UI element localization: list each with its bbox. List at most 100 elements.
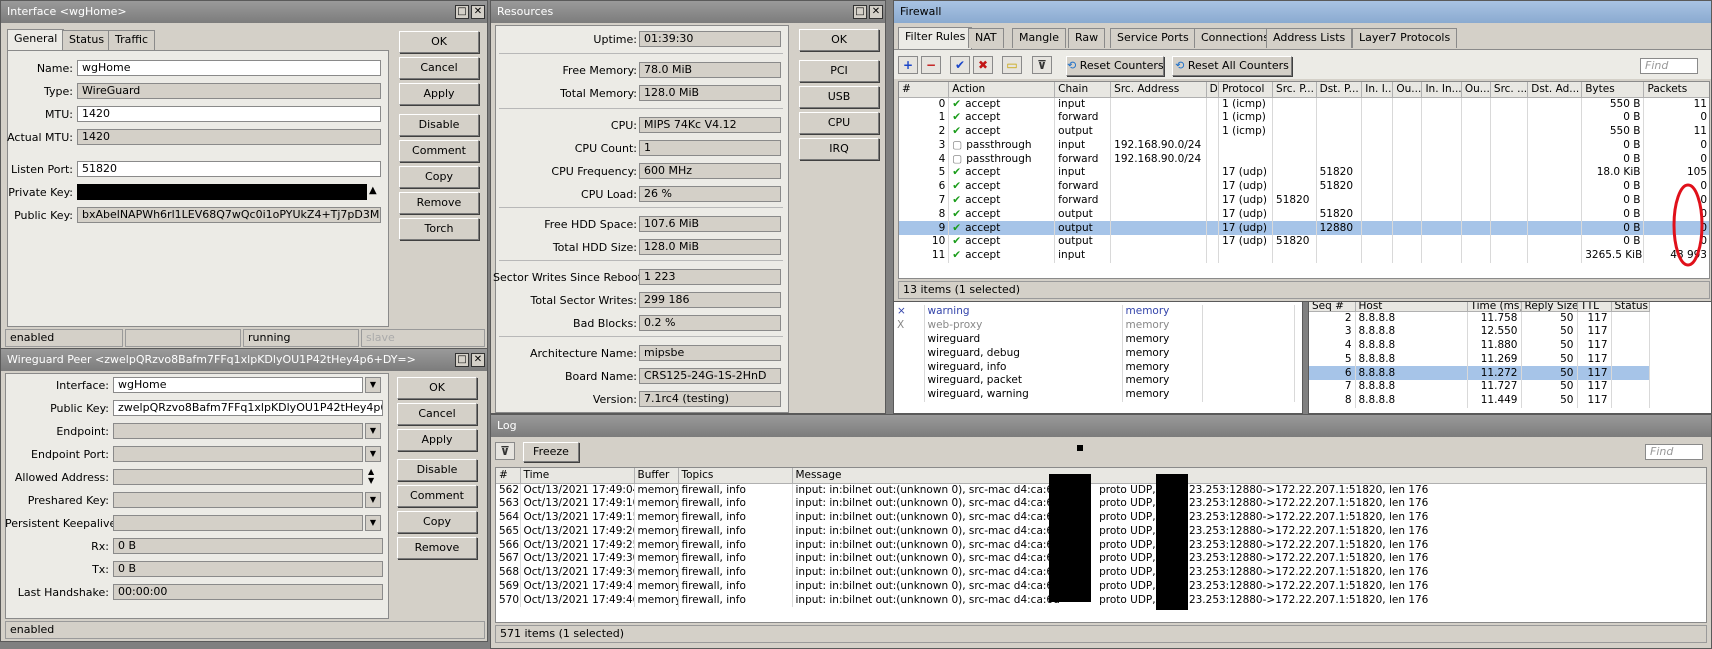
res-ok-button[interactable]: OK [799,29,879,51]
peer-cancel-button[interactable]: Cancel [397,403,477,425]
close-icon[interactable]: ✕ [869,5,883,19]
table-row[interactable]: 570 Oct/13/2021 17:49:46 memory firewall, i… [496,593,1706,608]
log-titlebar[interactable]: Log [491,415,1711,437]
drag-handle-icon[interactable] [1077,445,1083,451]
list-item[interactable]: wireguard, warning memory [894,387,1295,402]
table-row[interactable]: 5 ✔ accept input 17 (udp) 51820 18.0 KiB 105 [899,165,1709,180]
column-header[interactable]: Action [948,82,1056,98]
tab-general[interactable]: General [7,29,65,51]
column-header[interactable]: Src. P... [1272,82,1317,98]
tab-traffic[interactable]: Traffic [108,30,156,50]
table-row[interactable]: 566 Oct/13/2021 17:49:25 memory firewall, i… [496,538,1706,552]
column-header[interactable]: Time [520,468,635,484]
table-row[interactable]: 565 Oct/13/2021 17:49:20 memory firewall, i… [496,524,1706,539]
irq-button[interactable]: IRQ [799,138,879,160]
column-header[interactable]: Src. ... [1490,82,1529,98]
peer-remove-button[interactable]: Remove [397,537,477,559]
tab-raw[interactable]: Raw [1068,28,1106,48]
peer-copy-button[interactable]: Copy [397,511,477,533]
peer-titlebar[interactable]: Wireguard Peer <zwelpQRzvo8Bafm7FFq1xlpK… [1,349,487,371]
table-row[interactable]: 0 ✔ accept input 1 (icmp) 550 B 11 [899,97,1709,111]
mtu-field[interactable]: 1420 [77,106,381,122]
resources-titlebar[interactable]: Resources [491,1,885,23]
table-row[interactable]: 6 ✔ accept forward 17 (udp) 51820 0 B0 [899,179,1709,194]
tab-filter-rules[interactable]: Filter Rules [898,27,973,49]
apply-button[interactable]: Apply [399,83,479,105]
column-header[interactable]: Bytes [1581,82,1645,98]
tab-mangle[interactable]: Mangle [1012,28,1067,48]
column-header[interactable]: Ou... [1461,82,1491,98]
list-item[interactable]: wireguard, debug memory [894,346,1295,361]
tab-status[interactable]: Status [62,30,112,50]
peer-interface-field[interactable]: wgHome [113,377,363,393]
table-row[interactable]: 5 8.8.8.8 11.269 50 117 [1309,352,1650,367]
filter-icon[interactable]: ⊽ [495,442,515,460]
triangle-up-icon[interactable]: ▲ [369,185,377,196]
list-item[interactable]: wireguard, info memory [894,360,1295,374]
table-row[interactable]: 2 ✔ accept output 1 (icmp) 550 B 11 [899,124,1709,139]
table-row[interactable]: 10 ✔ accept output 17 (udp) 51820 0 B0 [899,234,1709,249]
copy-button[interactable]: Copy [399,166,479,188]
column-header[interactable]: Packets [1643,82,1709,98]
comment-icon[interactable]: ▭ [1002,56,1022,74]
disable-button[interactable]: Disable [399,114,479,136]
listen-port-field[interactable]: 51820 [77,161,381,177]
remove-icon[interactable]: − [921,56,941,74]
column-header[interactable]: Protocol [1218,82,1274,98]
up-down-icon[interactable]: ▲ ▼ [368,467,374,485]
peer-comment-button[interactable]: Comment [397,485,477,507]
table-row[interactable]: 6 8.8.8.8 11.272 50 117 [1309,366,1650,380]
tab-nat[interactable]: NAT [968,28,1004,48]
column-header[interactable]: Reply Size [1521,301,1578,312]
table-row[interactable]: 564 Oct/13/2021 17:49:15 memory firewall, i… [496,510,1706,525]
usb-button[interactable]: USB [799,86,879,108]
table-row[interactable]: 567 Oct/13/2021 17:49:30 memory firewall, i… [496,551,1706,566]
firewall-titlebar[interactable]: Firewall [894,1,1711,23]
column-header[interactable]: Status [1611,301,1650,312]
close-icon[interactable]: ✕ [471,5,485,19]
table-row[interactable]: 569 Oct/13/2021 17:49:41 memory firewall, i… [496,579,1706,594]
dropdown-icon[interactable]: ▼ [365,515,381,531]
column-header[interactable]: Buffer [634,468,679,484]
torch-button[interactable]: Torch [399,218,479,240]
list-item[interactable]: Xweb-proxy memory [894,318,1295,333]
preshared-key-field[interactable] [113,492,363,508]
interface-titlebar[interactable]: Interface <wgHome> [1,1,487,23]
endpoint-field[interactable] [113,423,363,439]
table-row[interactable]: 3 ▢ passthrough input 192.168.90.0/24 0 B0 [899,138,1709,153]
dropdown-icon[interactable]: ▼ [365,377,381,393]
peer-ok-button[interactable]: OK [397,377,477,399]
reset-all-counters-button[interactable]: ⟲ Reset All Counters [1172,56,1292,76]
endpoint-port-field[interactable] [113,446,363,462]
tab-connections[interactable]: Connections [1194,28,1276,48]
column-header[interactable]: Message [792,468,1706,484]
peer-apply-button[interactable]: Apply [397,429,477,451]
column-header[interactable]: Ou... [1392,82,1423,98]
table-row[interactable]: 568 Oct/13/2021 17:49:36 memory firewall, i… [496,565,1706,580]
freeze-button[interactable]: Freeze [523,442,579,462]
firewall-find-input[interactable]: Find [1640,58,1698,74]
column-header[interactable]: D [1206,82,1220,98]
add-icon[interactable]: + [898,56,918,74]
table-row[interactable]: 3 8.8.8.8 12.550 50 117 [1309,324,1650,339]
restore-icon[interactable]: □ [455,5,469,19]
private-key-field[interactable] [77,184,367,200]
table-row[interactable]: 4 ▢ passthrough forward 192.168.90.0/24 0 B0 [899,152,1709,166]
keepalive-field[interactable] [113,515,363,531]
cancel-button[interactable]: Cancel [399,57,479,79]
dropdown-icon[interactable]: ▼ [365,423,381,439]
table-row[interactable]: 4 8.8.8.8 11.880 50 117 [1309,338,1650,353]
column-header[interactable]: Src. Address [1110,82,1207,98]
column-header[interactable]: In. I... [1361,82,1394,98]
dropdown-icon[interactable]: ▼ [365,446,381,462]
table-row[interactable]: 11 ✔ accept input 3265.5 KiB 48 993 [899,248,1709,263]
column-header[interactable]: Time (ms) [1467,301,1522,312]
cpu-button[interactable]: CPU [799,112,879,134]
list-item[interactable]: × warning memory [894,305,1295,319]
list-item[interactable]: wireguard memory [894,332,1295,347]
tab-layer7-protocols[interactable]: Layer7 Protocols [1352,28,1458,48]
ok-button[interactable]: OK [399,31,479,53]
allowed-address-field[interactable] [113,469,363,485]
table-row[interactable]: 9 ✔ accept output 17 (udp) 12880 0 B0 [899,221,1709,235]
restore-icon[interactable]: □ [455,353,469,367]
